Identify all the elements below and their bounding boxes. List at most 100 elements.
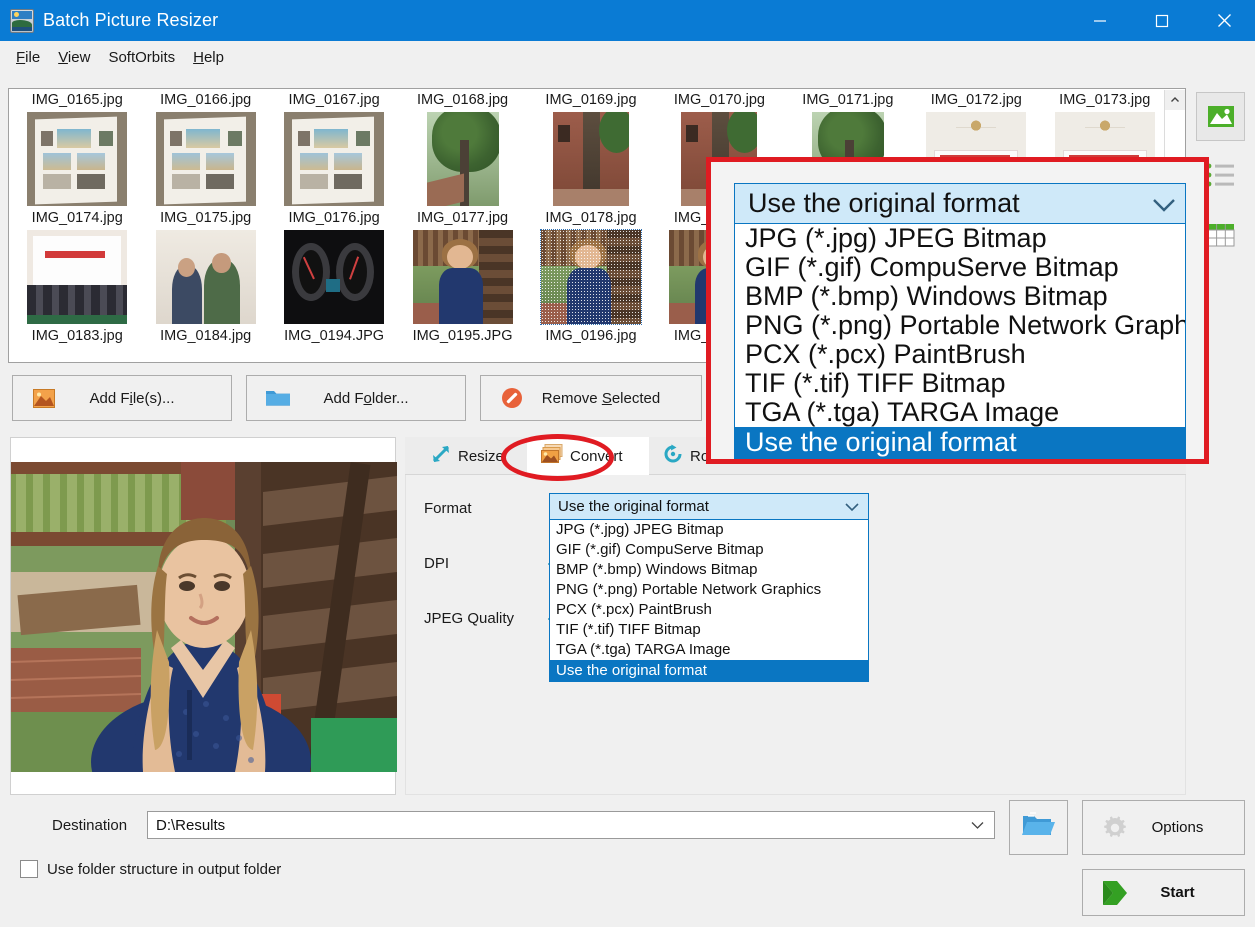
chevron-down-icon[interactable] [1152, 188, 1176, 219]
destination-value: D:\Results [156, 816, 226, 834]
format-combobox-value: Use the original format [558, 498, 709, 515]
thumbnail-image[interactable] [27, 230, 128, 324]
thumbnail-image[interactable] [412, 230, 513, 324]
convert-tab-highlight-annotation [501, 434, 614, 481]
thumbnail-item[interactable]: IMG_0183.jpg [17, 325, 137, 362]
callout-combo-option[interactable]: PNG (*.png) Portable Network Graphics [735, 311, 1185, 340]
chevron-down-icon[interactable] [845, 498, 859, 515]
window-controls [1069, 0, 1255, 41]
thumbnail-label: IMG_0166.jpg [160, 92, 252, 108]
combo-option-selected[interactable]: Use the original format [550, 660, 868, 681]
thumbnail-item[interactable]: IMG_0184.jpg [145, 325, 265, 362]
callout-format-combobox[interactable]: Use the original format [734, 183, 1186, 224]
thumbnail-item[interactable]: IMG_0175.jpg [145, 207, 265, 325]
green-arrow-icon [1093, 878, 1137, 908]
title-bar: Batch Picture Resizer [0, 0, 1255, 41]
thumbnail-image[interactable] [284, 230, 385, 324]
format-label: Format [424, 500, 472, 517]
add-folder-button[interactable]: Add Folder... [246, 375, 466, 421]
thumbnail-item[interactable]: IMG_0174.jpg [17, 207, 137, 325]
menu-item-view-rest: iew [67, 49, 91, 66]
combo-option[interactable]: PNG (*.png) Portable Network Graphics [550, 580, 868, 600]
thumbnail-image-selected[interactable] [539, 229, 642, 325]
magnified-dropdown-callout: Use the original format JPG (*.jpg) JPEG… [706, 157, 1209, 464]
thumbnail-label: IMG_0195.JPG [412, 328, 513, 344]
thumbnail-item[interactable]: IMG_0195.JPG [402, 325, 522, 362]
thumbnail-item[interactable]: IMG_0176.jpg [274, 207, 394, 325]
thumbnail-item[interactable]: IMG_0166.jpg [145, 89, 265, 207]
combo-option[interactable]: TGA (*.tga) TARGA Image [550, 640, 868, 660]
chevron-up-icon[interactable] [1165, 90, 1185, 110]
format-combobox[interactable]: Use the original format [549, 493, 869, 520]
thumbnail-item[interactable]: IMG_0196.jpg [531, 325, 651, 362]
thumbnail-label: IMG_0165.jpg [31, 92, 123, 108]
thumbnail-image[interactable] [426, 112, 499, 206]
preview-photo [11, 462, 397, 772]
destination-input[interactable]: D:\Results [147, 811, 995, 839]
maximize-button[interactable] [1131, 0, 1193, 41]
start-label: Start [1160, 884, 1195, 901]
add-image-icon [27, 388, 61, 408]
folder-structure-label: Use folder structure in output folder [47, 860, 282, 878]
folder-icon [261, 388, 295, 408]
chevron-down-icon[interactable] [971, 817, 984, 834]
folder-structure-checkbox-row[interactable]: Use folder structure in output folder [20, 860, 281, 878]
menu-item-file-rest: ile [25, 49, 41, 66]
destination-label: Destination [52, 817, 128, 834]
menu-item-file[interactable]: File [7, 45, 49, 70]
callout-combo-option[interactable]: TIF (*.tif) TIFF Bitmap [735, 369, 1185, 398]
callout-combo-option[interactable]: TGA (*.tga) TARGA Image [735, 398, 1185, 427]
minimize-button[interactable] [1069, 0, 1131, 41]
thumbnail-image[interactable] [552, 112, 629, 206]
thumbnail-label: IMG_0173.jpg [1059, 92, 1151, 108]
close-button[interactable] [1193, 0, 1255, 41]
thumbnail-label: IMG_0175.jpg [160, 210, 252, 226]
combo-option[interactable]: JPG (*.jpg) JPEG Bitmap [550, 520, 868, 540]
thumbnail-item[interactable]: IMG_0165.jpg [17, 89, 137, 207]
folder-structure-checkbox[interactable] [20, 860, 38, 878]
callout-combo-option[interactable]: GIF (*.gif) CompuServe Bitmap [735, 253, 1185, 282]
menu-item-view[interactable]: View [49, 45, 99, 70]
callout-combo-option[interactable]: PCX (*.pcx) PaintBrush [735, 340, 1185, 369]
thumbnail-label: IMG_0168.jpg [416, 92, 509, 108]
thumbnail-label: IMG_0171.jpg [802, 92, 894, 108]
thumbnail-image[interactable] [284, 112, 385, 206]
open-folder-icon [1021, 811, 1056, 844]
combo-option[interactable]: TIF (*.tif) TIFF Bitmap [550, 620, 868, 640]
thumbnail-label: IMG_0196.jpg [545, 328, 637, 344]
menu-item-softorbits[interactable]: SoftOrbits [99, 45, 184, 70]
thumbnail-item[interactable]: IMG_0168.jpg [402, 89, 522, 207]
thumbnail-item[interactable]: IMG_0169.jpg [531, 89, 651, 207]
thumbnail-label: IMG_0194.JPG [284, 328, 385, 344]
start-button[interactable]: Start [1082, 869, 1245, 916]
menu-item-help[interactable]: Help [184, 45, 233, 70]
options-label: Options [1151, 819, 1204, 836]
combo-option[interactable]: GIF (*.gif) CompuServe Bitmap [550, 540, 868, 560]
add-files-button[interactable]: Add File(s)... [12, 375, 232, 421]
add-files-label: Add File(s)... [89, 389, 175, 407]
thumbnail-item[interactable]: IMG_0178.jpg [531, 207, 651, 325]
thumbnail-item[interactable]: IMG_0177.jpg [402, 207, 522, 325]
callout-combo-option-selected[interactable]: Use the original format [735, 427, 1185, 458]
callout-combo-option[interactable]: BMP (*.bmp) Windows Bitmap [735, 282, 1185, 311]
thumbnail-item[interactable]: IMG_0167.jpg [274, 89, 394, 207]
thumbnail-image[interactable] [155, 230, 256, 324]
gear-icon [1093, 815, 1137, 841]
thumbnail-item[interactable]: IMG_0194.JPG [274, 325, 394, 362]
dpi-label: DPI [424, 555, 450, 572]
thumbnail-label: IMG_0170.jpg [673, 92, 765, 108]
application-window: Batch Picture Resizer File View SoftOrbi… [0, 0, 1255, 927]
options-button[interactable]: Options [1082, 800, 1245, 855]
format-combobox-list[interactable]: JPG (*.jpg) JPEG Bitmap GIF (*.gif) Comp… [549, 520, 869, 682]
combo-option[interactable]: PCX (*.pcx) PaintBrush [550, 600, 868, 620]
thumbnail-label: IMG_0184.jpg [160, 328, 252, 344]
thumbnail-label: IMG_0183.jpg [31, 328, 123, 344]
browse-destination-button[interactable] [1009, 800, 1068, 855]
thumbnail-image[interactable] [27, 112, 128, 206]
thumbnail-image[interactable] [155, 112, 256, 206]
callout-format-combobox-list[interactable]: JPG (*.jpg) JPEG Bitmap GIF (*.gif) Comp… [734, 224, 1186, 459]
combo-option[interactable]: BMP (*.bmp) Windows Bitmap [550, 560, 868, 580]
thumbnail-view-icon[interactable] [1196, 92, 1245, 141]
callout-combo-option[interactable]: JPG (*.jpg) JPEG Bitmap [735, 224, 1185, 253]
remove-selected-button[interactable]: Remove Selected [480, 375, 702, 421]
